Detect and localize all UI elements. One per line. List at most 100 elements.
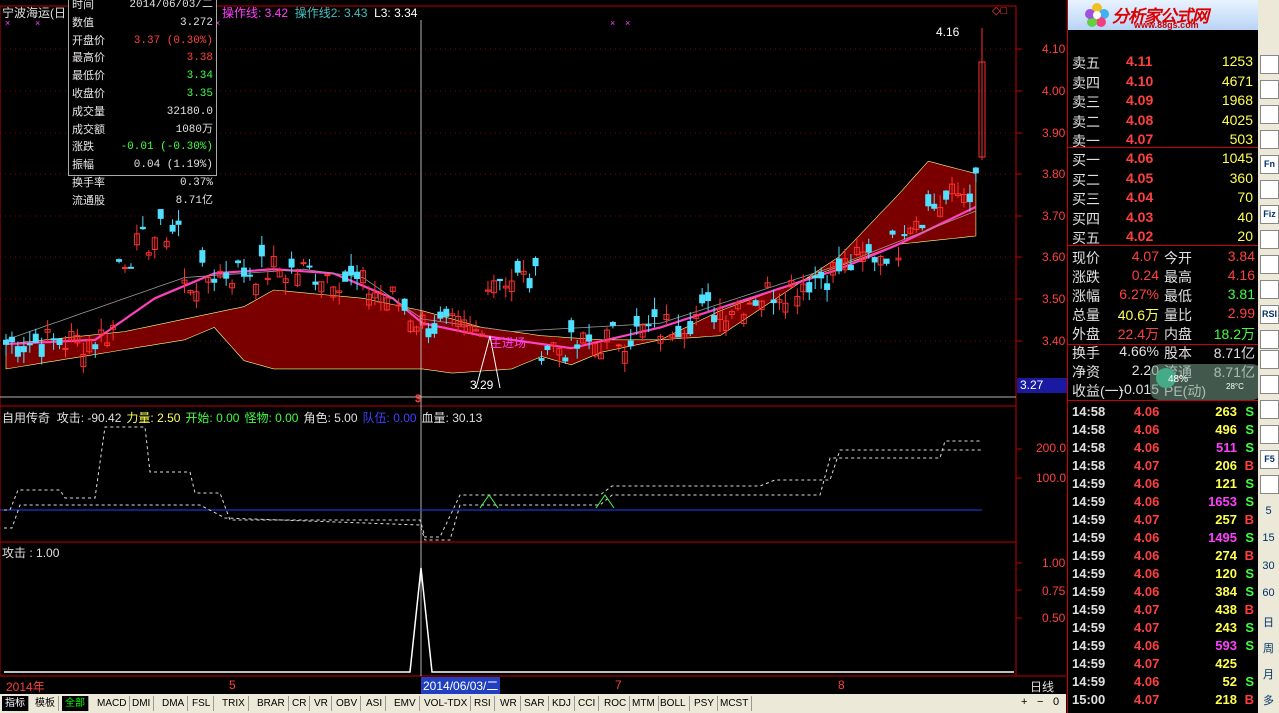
tab-brar[interactable]: BRAR (254, 696, 289, 711)
ind1-item-label: 开始: (185, 411, 217, 425)
fund-label-b: 最高 (1164, 269, 1192, 285)
wave-icon[interactable] (1260, 280, 1279, 299)
sell-level[interactable]: 卖二 4.08 4025 (1068, 112, 1259, 130)
date-axis-month-8: 8 (838, 678, 845, 692)
chart-area[interactable]: ××××××××× 宁波海运(日 操作线: 3.42 操作线2: 3.43 L3… (0, 0, 1067, 695)
tab-trix[interactable]: TRIX (219, 696, 249, 711)
tab-psy[interactable]: PSY (691, 696, 719, 711)
tick-row[interactable]: 14:58 4.06 511 S (1068, 440, 1259, 458)
tab-kdj[interactable]: KDJ (549, 696, 575, 711)
date-axis-month-5: 5 (229, 678, 236, 692)
tab-mcst[interactable]: MCST (717, 696, 753, 711)
candle-body (526, 278, 533, 289)
fund-value-a: 40.6万 (1117, 307, 1159, 323)
buy-level[interactable]: 买四 4.03 40 (1068, 209, 1259, 227)
grid2-icon[interactable] (1260, 475, 1279, 494)
bar-icon[interactable] (1260, 105, 1279, 124)
tick-row[interactable]: 14:59 4.07 257 B (1068, 512, 1259, 530)
tick-row[interactable]: 14:59 4.06 120 S (1068, 566, 1259, 584)
period-label[interactable]: 日线 (1030, 678, 1054, 695)
tab-模板[interactable]: 模板 (32, 696, 59, 711)
tab-fsl[interactable]: FSL (189, 696, 215, 711)
sun-icon[interactable] (1260, 400, 1279, 419)
tick-row[interactable]: 14:59 4.06 52 S (1068, 674, 1259, 692)
ind1-item: 怪物: 0.00 (244, 411, 298, 425)
period-button[interactable]: 30 (1258, 560, 1279, 572)
tab-cci[interactable]: CCI (575, 696, 600, 711)
period-button[interactable]: 5 (1258, 505, 1279, 517)
tick-volume: 274 (1215, 548, 1237, 563)
tab-cr[interactable]: CR (289, 696, 311, 711)
tick-row[interactable]: 14:59 4.06 121 S (1068, 476, 1259, 494)
tab-roc[interactable]: ROC (601, 696, 631, 711)
buy-level[interactable]: 买三 4.04 70 (1068, 189, 1259, 207)
tick-row[interactable]: 15:00 4.07 218 B (1068, 692, 1259, 710)
period-button[interactable]: 日 (1258, 614, 1279, 630)
tab-指标[interactable]: 指标 (2, 696, 29, 711)
f5-icon[interactable]: F5 (1260, 450, 1279, 469)
sell-level[interactable]: 卖四 4.10 4671 (1068, 73, 1259, 91)
tab-dmi[interactable]: DMI (129, 696, 155, 711)
period-button[interactable]: 月 (1258, 666, 1279, 682)
tick-row[interactable]: 14:59 4.06 1495 S (1068, 530, 1259, 548)
tab-asi[interactable]: ASI (363, 696, 387, 711)
tab-sar[interactable]: SAR (521, 696, 549, 711)
tab-rsi[interactable]: RSI (471, 696, 495, 711)
tick-row[interactable]: 14:59 4.07 438 B (1068, 602, 1259, 620)
buy-level[interactable]: 买五 4.02 20 (1068, 228, 1259, 246)
box-icon[interactable] (1260, 330, 1279, 349)
tick-row[interactable]: 14:58 4.06 496 S (1068, 422, 1259, 440)
chart-corner-icons[interactable]: ◇□ (992, 4, 1007, 17)
line-icon[interactable] (1260, 130, 1279, 149)
fn2-icon[interactable] (1260, 180, 1279, 199)
tab-wr[interactable]: WR (497, 696, 521, 711)
period-button[interactable]: 15 (1258, 532, 1279, 544)
fiz-icon[interactable]: Fiz (1260, 205, 1279, 224)
ruler-icon[interactable] (1260, 425, 1279, 444)
tab-zero-button[interactable]: 0 (1053, 696, 1059, 708)
tab-dma[interactable]: DMA (159, 696, 189, 711)
grid-icon[interactable] (1260, 230, 1279, 249)
tick-row[interactable]: 14:59 4.06 593 S (1068, 638, 1259, 656)
period-button[interactable]: 周 (1258, 640, 1279, 656)
tab-minus-button[interactable]: − (1037, 696, 1043, 708)
ring-icon[interactable] (1260, 255, 1279, 274)
fund-value-b: 3.84 (1227, 248, 1255, 264)
tab-vol-tdx[interactable]: VOL-TDX (421, 696, 472, 711)
tab-macd[interactable]: MACD (94, 696, 131, 711)
tick-row[interactable]: 14:59 4.06 1653 S (1068, 494, 1259, 512)
buy-level[interactable]: 买二 4.05 360 (1068, 170, 1259, 188)
cycle-icon[interactable] (1260, 375, 1279, 394)
tab-mtm[interactable]: MTM (629, 696, 659, 711)
tab-vr[interactable]: VR (311, 696, 332, 711)
tick-row[interactable]: 14:59 4.07 243 S (1068, 620, 1259, 638)
rsi-icon[interactable]: RSI (1260, 305, 1279, 324)
tab-emv[interactable]: EMV (391, 696, 420, 711)
fn-icon[interactable]: Fn (1260, 155, 1279, 174)
sell-level[interactable]: 卖三 4.09 1968 (1068, 92, 1259, 110)
cross-icon[interactable] (1260, 350, 1279, 369)
tab-obv[interactable]: OBV (333, 696, 362, 711)
tick-row[interactable]: 14:58 4.07 206 B (1068, 458, 1259, 476)
tick-row[interactable]: 14:59 4.07 425 (1068, 656, 1259, 674)
chart-icon[interactable] (1260, 55, 1279, 74)
tick-row[interactable]: 14:58 4.06 263 S (1068, 404, 1259, 422)
monitor-temp: 28°C (1226, 382, 1244, 391)
candle-icon[interactable] (1260, 80, 1279, 99)
book-divider (1068, 147, 1259, 148)
tick-price: 4.07 (1134, 620, 1160, 635)
tick-row[interactable]: 14:59 4.06 384 S (1068, 584, 1259, 602)
tab-plus-button[interactable]: + (1021, 696, 1027, 708)
tab-boll[interactable]: BOLL (657, 696, 690, 711)
period-button[interactable]: 多 (1258, 692, 1279, 708)
fund-value-a: 0.24 (1131, 267, 1159, 283)
tab-全部[interactable]: 全部 (62, 696, 89, 711)
level-qty: 1045 (1221, 150, 1253, 166)
sell-level[interactable]: 卖五 4.11 1253 (1068, 53, 1259, 71)
buy-level[interactable]: 买一 4.06 1045 (1068, 150, 1259, 168)
period-button[interactable]: 60 (1258, 587, 1279, 599)
tick-row[interactable]: 14:59 4.06 274 B (1068, 548, 1259, 566)
legend-op2: 操作线2: 3.43 (294, 6, 368, 20)
candle-body (38, 344, 45, 357)
tick-side: S (1245, 476, 1254, 491)
